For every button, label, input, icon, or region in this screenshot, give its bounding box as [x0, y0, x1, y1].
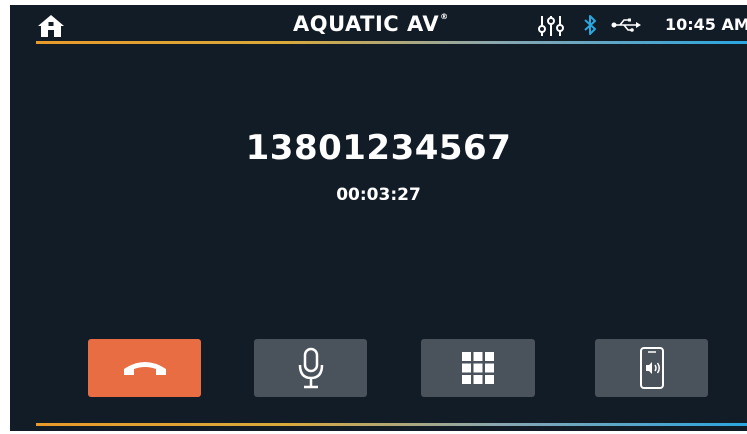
clock: 10:45 AM: [665, 15, 747, 34]
keypad-button[interactable]: [421, 339, 535, 397]
usb-icon: [611, 18, 641, 32]
phone-speaker-icon: [639, 347, 664, 389]
call-screen: AQUATIC AV® 10:45 AM 13801234567 00:03:2…: [10, 5, 747, 431]
bluetooth-icon[interactable]: [583, 13, 597, 37]
equalizer-icon[interactable]: [538, 14, 564, 38]
phone-hangup-icon: [123, 362, 166, 375]
caller-number: 13801234567: [245, 128, 512, 168]
header-divider: [36, 41, 747, 44]
brand-mark: ®: [440, 12, 449, 21]
audio-transfer-button[interactable]: [595, 339, 708, 397]
footer-divider: [36, 423, 747, 426]
brand-logo: AQUATIC AV®: [293, 12, 449, 36]
microphone-icon: [298, 347, 323, 389]
microphone-button[interactable]: [254, 339, 367, 397]
call-duration: 00:03:27: [336, 185, 421, 205]
keypad-icon: [462, 352, 494, 384]
end-call-button[interactable]: [88, 339, 201, 397]
home-icon[interactable]: [36, 13, 66, 39]
status-bar: AQUATIC AV® 10:45 AM: [10, 5, 747, 45]
brand-text: AQUATIC AV: [293, 12, 440, 36]
